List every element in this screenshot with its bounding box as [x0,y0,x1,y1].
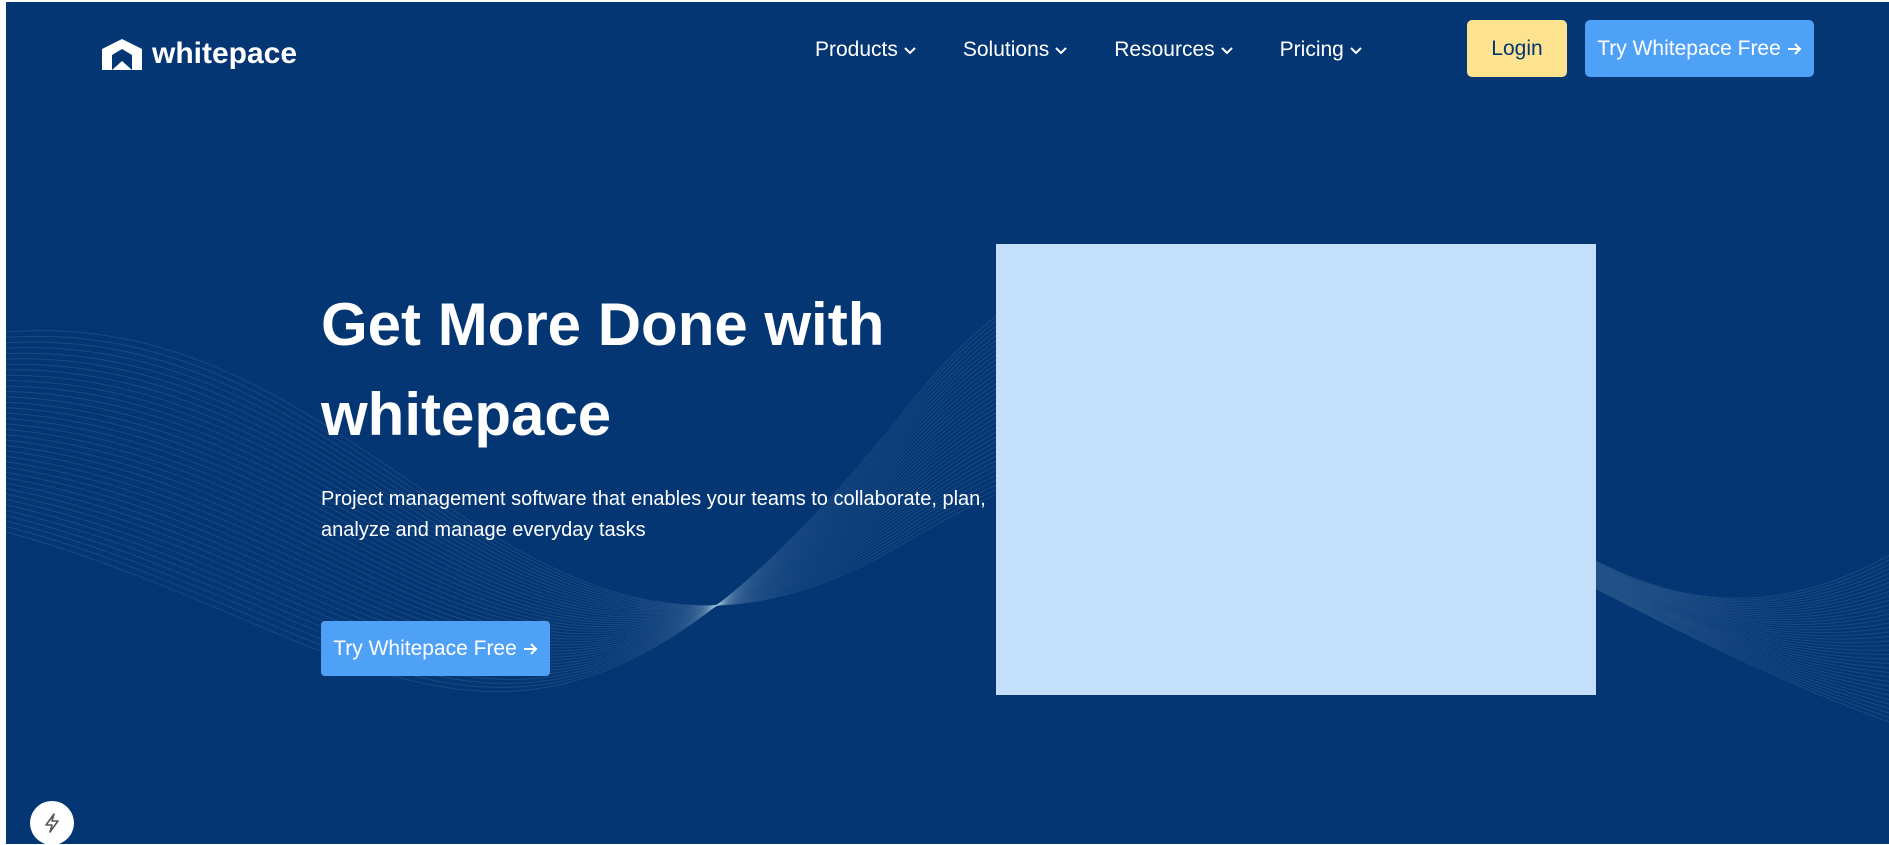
top-navbar: whitepace Products Solutions Resources P… [6,2,1889,94]
login-button-label: Login [1491,36,1543,60]
try-free-hero-label: Try Whitepace Free [333,636,517,660]
nav-item-label: Resources [1114,38,1215,61]
nav-item-products[interactable]: Products [815,38,917,62]
page: whitepace Products Solutions Resources P… [6,2,1889,844]
nav-item-label: Products [815,38,898,61]
brand-logo[interactable]: whitepace [102,37,297,71]
hero-image-placeholder [996,244,1596,695]
chevron-down-icon [1220,47,1233,55]
chevron-down-icon [1055,47,1067,55]
arrow-right-icon [523,642,538,656]
nav-item-pricing[interactable]: Pricing [1280,38,1363,62]
try-free-hero-button[interactable]: Try Whitepace Free [321,621,550,676]
nav-item-label: Pricing [1279,38,1344,61]
brand-name: whitepace [152,37,298,70]
try-free-nav-label: Try Whitepace Free [1597,36,1781,60]
quick-action-widget[interactable] [30,801,74,844]
whitepace-logo-icon [102,38,142,70]
chevron-down-icon [904,47,916,55]
login-button[interactable]: Login [1467,20,1567,77]
hero-title: Get More Done with whitepace [321,291,885,448]
arrow-right-icon [1787,42,1802,56]
try-free-nav-button[interactable]: Try Whitepace Free [1585,20,1814,77]
chevron-down-icon [1350,47,1362,55]
hero-subtitle: Project management software that enables… [321,488,986,541]
nav-item-solutions[interactable]: Solutions [963,38,1068,62]
main-nav: Products Solutions Resources Pricing [815,38,1363,62]
nav-item-label: Solutions [962,38,1050,61]
lightning-bolt-icon [45,813,59,833]
nav-item-resources[interactable]: Resources [1114,38,1233,62]
